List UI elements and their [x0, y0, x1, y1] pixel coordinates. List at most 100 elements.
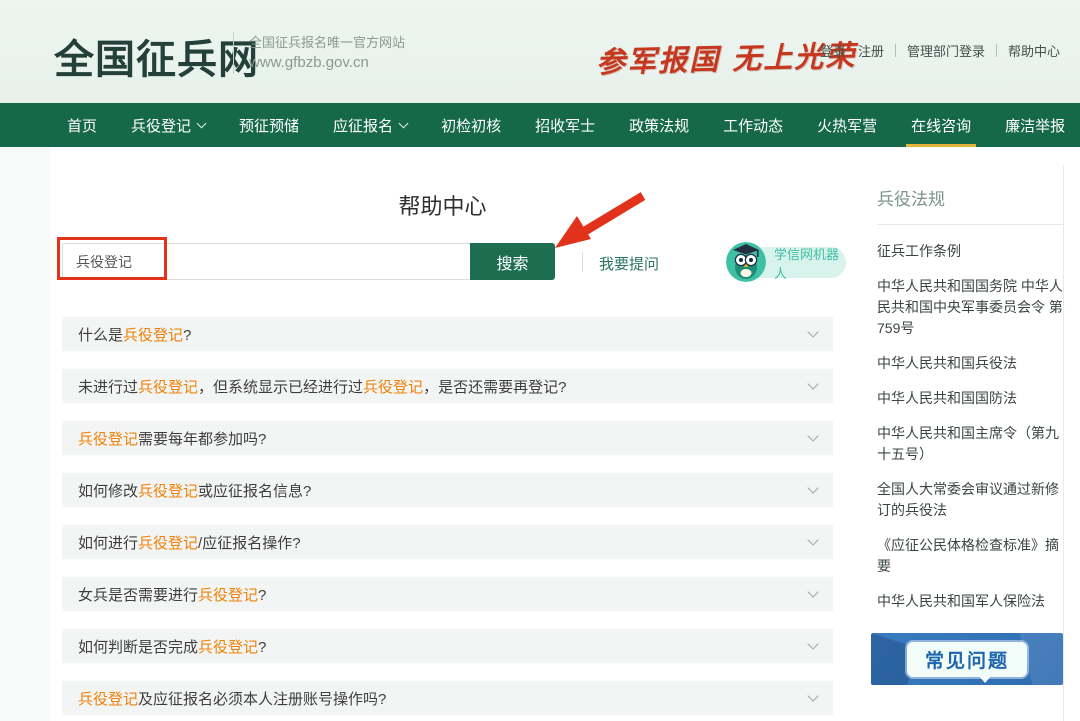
nav-item-label: 兵役登记: [131, 115, 191, 136]
site-header: 全国征兵网 全国征兵报名唯一官方网站 www.gfbzb.gov.cn 参军报国…: [0, 0, 1080, 103]
nav-item-9[interactable]: 在线咨询: [894, 103, 988, 147]
chevron-down-icon: [807, 378, 818, 389]
nav-item-7[interactable]: 工作动态: [706, 103, 800, 147]
site-url: www.gfbzb.gov.cn: [249, 52, 405, 74]
ask-divider: [582, 252, 583, 272]
faq-question: 如何进行兵役登记/应征报名操作?: [78, 532, 301, 553]
nav-item-3[interactable]: 应征报名: [316, 103, 424, 147]
search-row: 搜索 我要提问 学信网机器人: [62, 240, 835, 286]
nav-item-label: 廉洁举报: [1005, 115, 1065, 136]
faq-question: 未进行过兵役登记，但系统显示已经进行过兵役登记，是否还需要再登记?: [78, 376, 566, 397]
nav-item-label: 政策法规: [629, 115, 689, 136]
nav-item-4[interactable]: 初检初核: [424, 103, 518, 147]
law-link-2[interactable]: 中华人民共和国兵役法: [877, 353, 1063, 374]
chevron-down-icon: [399, 118, 409, 128]
faq-item-1[interactable]: 未进行过兵役登记，但系统显示已经进行过兵役登记，是否还需要再登记?: [62, 369, 833, 403]
faq-text: 或应征报名信息?: [198, 483, 311, 500]
header-link-0[interactable]: 登录: [814, 41, 852, 60]
law-link-6[interactable]: 《应征公民体格检查标准》摘要: [877, 535, 1063, 577]
faq-highlight-term: 兵役登记: [363, 379, 423, 396]
faq-text: ?: [183, 327, 191, 344]
nav-item-label: 初检初核: [441, 115, 501, 136]
faq-item-0[interactable]: 什么是兵役登记?: [62, 317, 833, 351]
ask-question-link[interactable]: 我要提问: [599, 253, 659, 274]
search-button[interactable]: 搜索: [470, 243, 555, 280]
faq-text: 如何修改: [78, 483, 138, 500]
nav-item-label: 招收军士: [535, 115, 595, 136]
faq-highlight-term: 兵役登记: [198, 587, 258, 604]
nav-item-6[interactable]: 政策法规: [612, 103, 706, 147]
site-logo[interactable]: 全国征兵网: [54, 27, 259, 85]
faq-item-3[interactable]: 如何修改兵役登记或应征报名信息?: [62, 473, 833, 507]
chevron-down-icon: [807, 586, 818, 597]
faq-text: 什么是: [78, 327, 123, 344]
faq-highlight-term: 兵役登记: [138, 379, 198, 396]
faq-question: 女兵是否需要进行兵役登记?: [78, 584, 266, 605]
chevron-down-icon: [197, 118, 207, 128]
help-center-main: 帮助中心 搜索 我要提问 学信网机器人: [50, 165, 835, 721]
faq-item-2[interactable]: 兵役登记需要每年都参加吗?: [62, 421, 833, 455]
header-link-2[interactable]: 管理部门登录: [901, 41, 991, 60]
logo-divider: [233, 32, 234, 74]
faq-text: 女兵是否需要进行: [78, 587, 198, 604]
header-link-divider: [996, 44, 997, 57]
faq-text: ，但系统显示已经进行过: [198, 379, 363, 396]
nav-item-label: 首页: [67, 115, 97, 136]
left-margin-strip: [0, 147, 50, 721]
header-link-1[interactable]: 注册: [852, 41, 890, 60]
faq-item-5[interactable]: 女兵是否需要进行兵役登记?: [62, 577, 833, 611]
faq-text: ?: [258, 587, 266, 604]
faq-text: 如何进行: [78, 535, 138, 552]
nav-item-label: 在线咨询: [911, 115, 971, 136]
nav-item-label: 工作动态: [723, 115, 783, 136]
nav-item-10[interactable]: 廉洁举报: [988, 103, 1080, 147]
common-questions-banner[interactable]: 常见问题: [871, 633, 1063, 685]
nav-item-8[interactable]: 火热军营: [800, 103, 894, 147]
chevron-down-icon: [807, 482, 818, 493]
law-link-1[interactable]: 中华人民共和国国务院 中华人民共和国中央军事委员会令 第759号: [877, 276, 1063, 339]
nav-item-0[interactable]: 首页: [50, 103, 114, 147]
law-link-7[interactable]: 中华人民共和国军人保险法: [877, 591, 1063, 612]
faq-text: /应征报名操作?: [198, 535, 301, 552]
faq-highlight-term: 兵役登记: [78, 431, 138, 448]
faq-text: 如何判断是否完成: [78, 639, 198, 656]
owl-robot-icon: [726, 242, 766, 282]
faq-text: ，是否还需要再登记?: [423, 379, 566, 396]
site-tagline: 全国征兵报名唯一官方网站: [249, 33, 405, 52]
law-link-5[interactable]: 全国人大常委会审议通过新修订的兵役法: [877, 479, 1063, 521]
law-link-0[interactable]: 征兵工作条例: [877, 241, 1063, 262]
faq-question: 兵役登记需要每年都参加吗?: [78, 428, 266, 449]
search-input[interactable]: [62, 243, 470, 280]
law-link-3[interactable]: 中华人民共和国国防法: [877, 388, 1063, 409]
faq-item-7[interactable]: 兵役登记及应征报名必须本人注册账号操作吗?: [62, 681, 833, 715]
main-nav: 首页 兵役登记 预征预储 应征报名 初检初核 招收军士 政策法规 工作动态 火热军营 在线咨询 廉洁…: [0, 103, 1080, 147]
header-link-divider: [895, 44, 896, 57]
faq-question: 如何判断是否完成兵役登记?: [78, 636, 266, 657]
chevron-down-icon: [807, 690, 818, 701]
nav-item-1[interactable]: 兵役登记: [114, 103, 222, 147]
faq-item-6[interactable]: 如何判断是否完成兵役登记?: [62, 629, 833, 663]
nav-item-label: 火热军营: [817, 115, 877, 136]
faq-item-4[interactable]: 如何进行兵役登记/应征报名操作?: [62, 525, 833, 559]
faq-text: 需要每年都参加吗?: [138, 431, 266, 448]
header-links: 登录注册管理部门登录帮助中心: [814, 41, 1066, 60]
law-list: 征兵工作条例中华人民共和国国务院 中华人民共和国中央军事委员会令 第759号中华…: [877, 225, 1063, 612]
chevron-down-icon: [807, 638, 818, 649]
nav-item-label: 预征预储: [239, 115, 299, 136]
header-link-3[interactable]: 帮助中心: [1002, 41, 1066, 60]
nav-item-2[interactable]: 预征预储: [222, 103, 316, 147]
banner-bubble-label: 常见问题: [907, 642, 1027, 677]
faq-highlight-term: 兵役登记: [138, 483, 198, 500]
faq-highlight-term: 兵役登记: [198, 639, 258, 656]
faq-question: 如何修改兵役登记或应征报名信息?: [78, 480, 311, 501]
page-title: 帮助中心: [50, 189, 835, 221]
chevron-down-icon: [807, 534, 818, 545]
sidebar: 兵役法规 征兵工作条例中华人民共和国国务院 中华人民共和国中央军事委员会令 第7…: [877, 165, 1063, 685]
faq-text: ?: [258, 639, 266, 656]
chevron-down-icon: [807, 430, 818, 441]
law-link-4[interactable]: 中华人民共和国主席令（第九十五号）: [877, 423, 1063, 465]
faq-highlight-term: 兵役登记: [123, 327, 183, 344]
faq-highlight-term: 兵役登记: [138, 535, 198, 552]
nav-item-5[interactable]: 招收军士: [518, 103, 612, 147]
nav-item-label: 应征报名: [333, 115, 393, 136]
